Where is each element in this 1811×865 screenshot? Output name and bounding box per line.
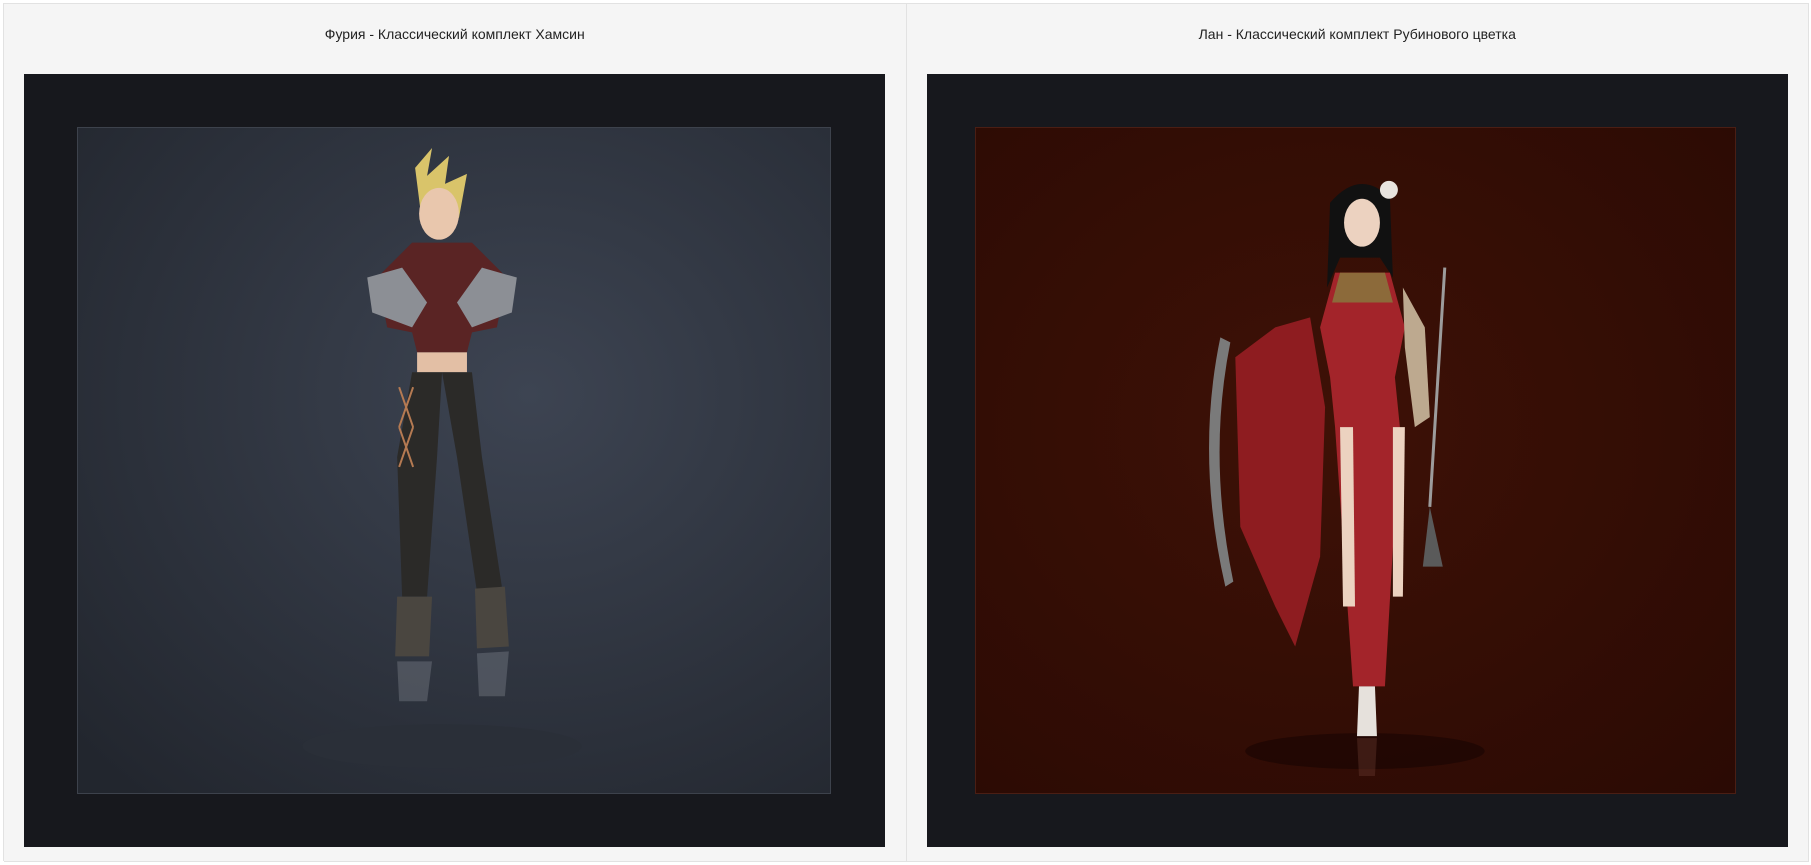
item-caption: Лан - Классический комплект Рубинового ц… [1198, 26, 1516, 42]
gallery-item-fury: Фурия - Классический комплект Хамсин [4, 4, 907, 862]
image-frame[interactable] [926, 74, 1788, 847]
character-image[interactable] [77, 127, 831, 794]
gallery-item-lahn: Лан - Классический комплект Рубинового ц… [906, 4, 1809, 862]
character-image[interactable] [974, 127, 1736, 794]
image-frame[interactable] [24, 74, 885, 847]
outfit-gallery: Фурия - Классический комплект Хамсин Лан… [3, 3, 1809, 862]
item-caption: Фурия - Классический комплект Хамсин [324, 26, 585, 42]
